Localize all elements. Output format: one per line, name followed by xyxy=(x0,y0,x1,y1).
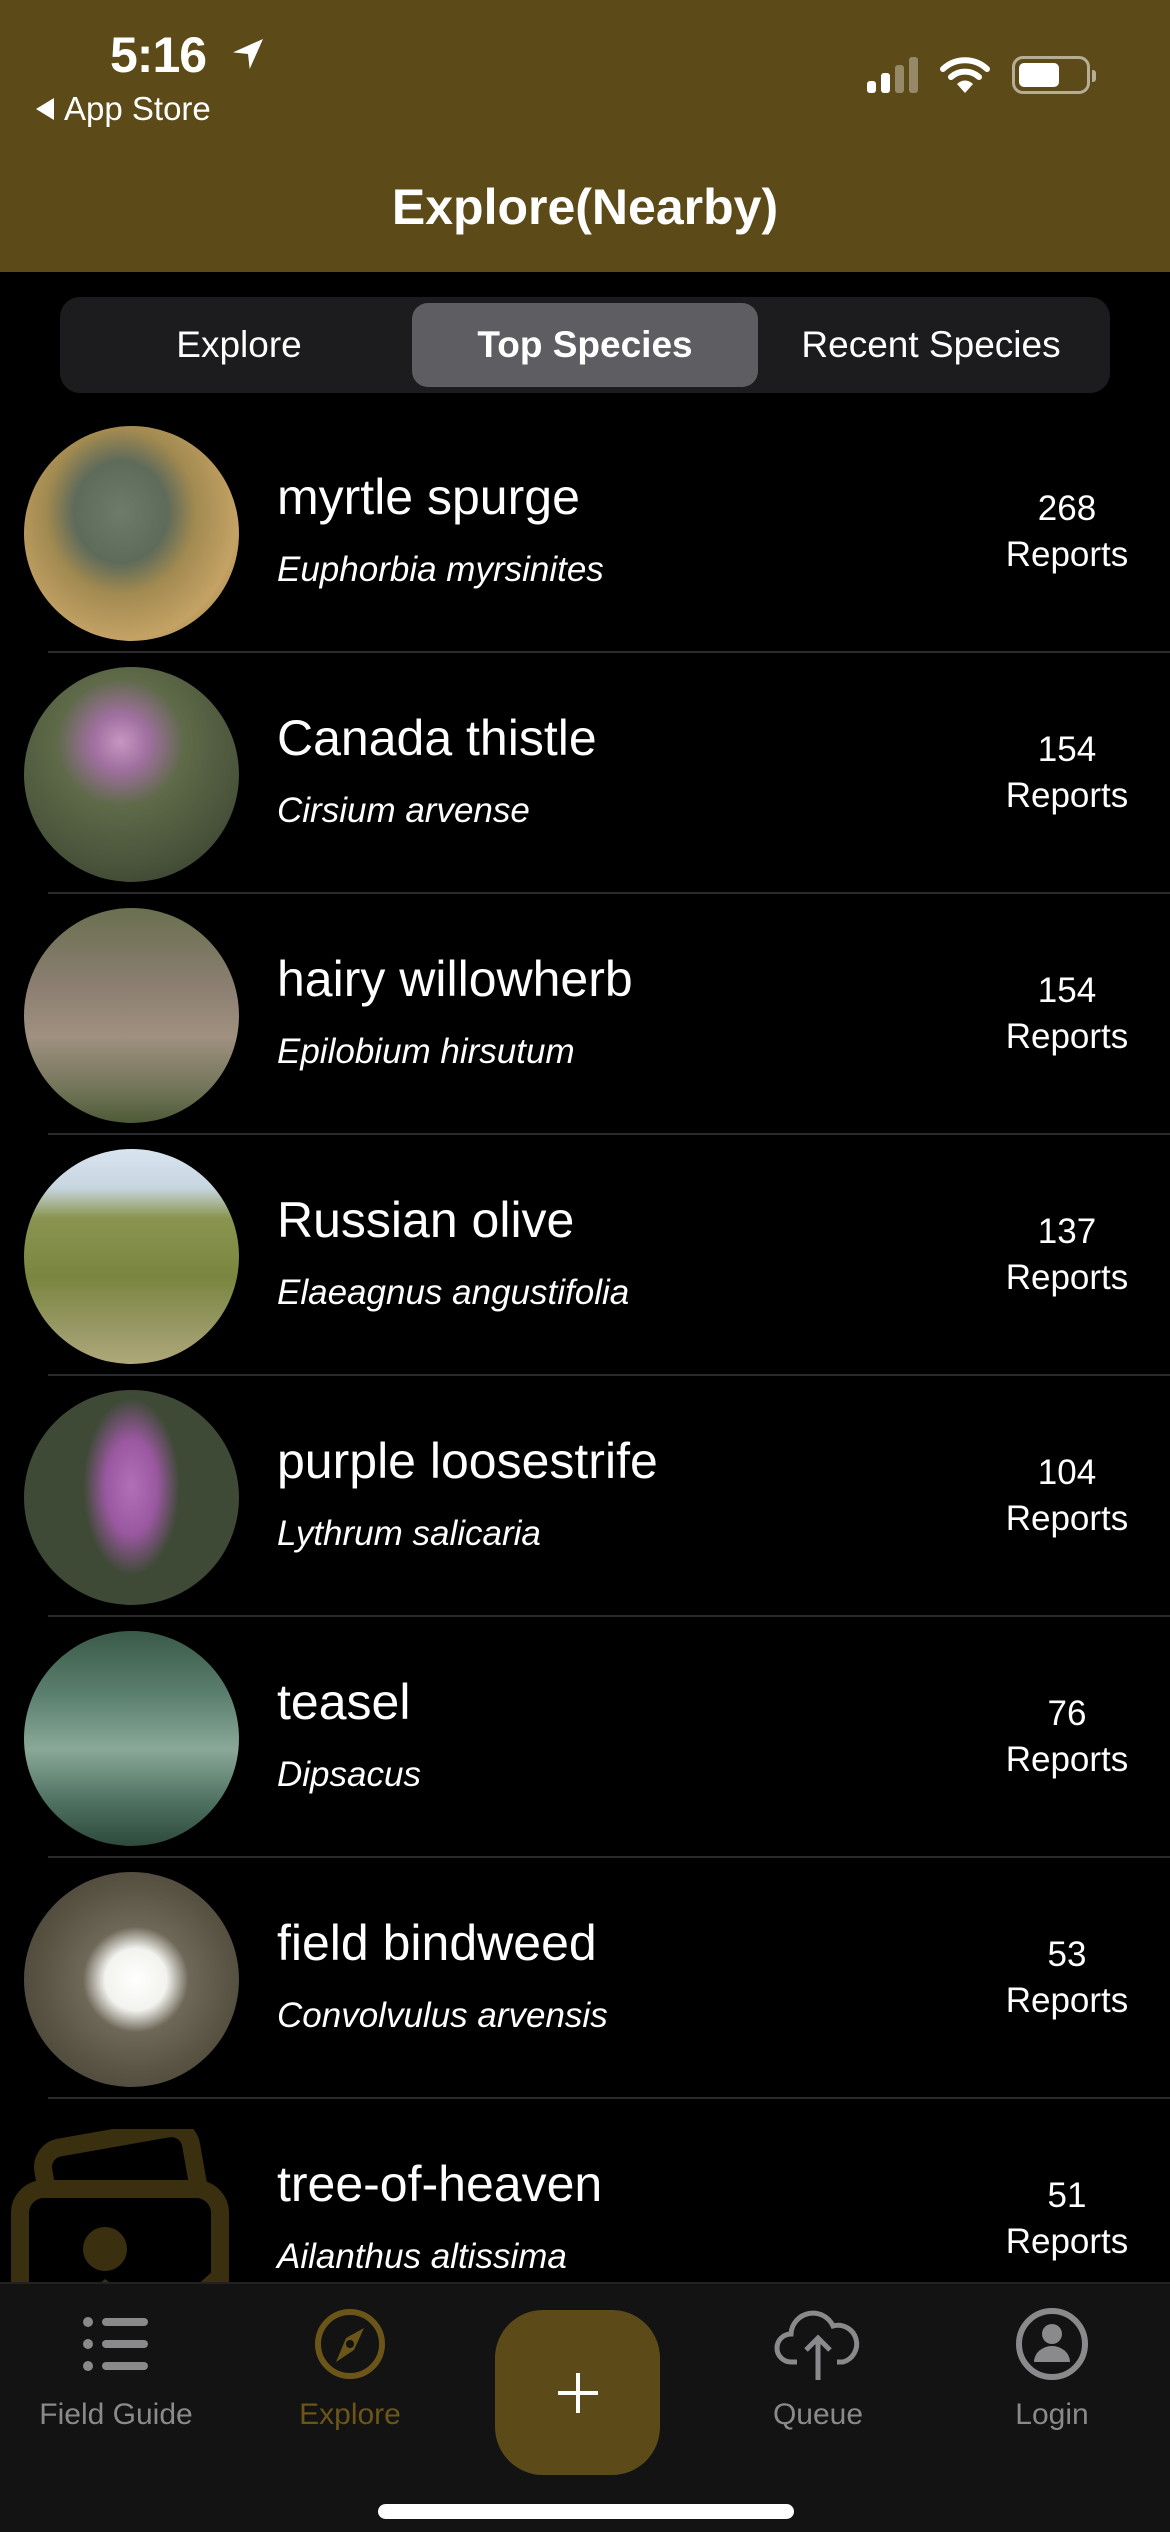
tab-label: Field Guide xyxy=(39,2398,193,2431)
species-photo xyxy=(24,667,239,882)
scientific-name: Convolvulus arvensis xyxy=(277,1996,608,2035)
report-count: 154 Reports xyxy=(1005,971,1129,1056)
status-icons xyxy=(867,56,1096,94)
back-label: App Store xyxy=(64,90,211,127)
common-name: Canada thistle xyxy=(277,710,597,766)
species-row[interactable]: Russian olive Elaeagnus angustifolia 137… xyxy=(0,1135,1170,1376)
report-count: 268 Reports xyxy=(1005,489,1129,574)
tab-explore[interactable]: Explore xyxy=(250,2304,450,2432)
tab-bar: Field Guide Explore Queue Login xyxy=(0,2282,1170,2532)
page-title: Explore(Nearby) xyxy=(391,179,779,235)
common-name: tree-of-heaven xyxy=(277,2156,603,2212)
common-name: field bindweed xyxy=(277,1915,597,1971)
tab-field-guide[interactable]: Field Guide xyxy=(16,2304,216,2432)
common-name: hairy willowherb xyxy=(277,951,633,1007)
home-indicator[interactable] xyxy=(378,2504,794,2519)
species-photo xyxy=(24,1631,239,1846)
common-name: teasel xyxy=(277,1674,411,1730)
compass-icon xyxy=(315,2309,385,2379)
report-count: 104 Reports xyxy=(1005,1453,1129,1538)
wifi-icon xyxy=(940,57,990,93)
segment-top-species[interactable]: Top Species xyxy=(412,303,758,387)
segmented-control: Explore Top Species Recent Species xyxy=(60,297,1110,393)
tab-label: Login xyxy=(1015,2398,1089,2431)
location-arrow-icon xyxy=(233,39,263,69)
species-list: myrtle spurge Euphorbia myrsinites 268 Re… xyxy=(0,412,1170,2282)
back-triangle-icon xyxy=(36,98,54,120)
report-count: 154 Reports xyxy=(1005,730,1129,815)
battery-icon xyxy=(1012,56,1096,94)
add-report-button[interactable] xyxy=(495,2310,660,2475)
header: 5:16 App Store Explore(Nearby) xyxy=(0,0,1170,272)
common-name: purple loosestrife xyxy=(277,1433,658,1489)
report-count: 76 Reports xyxy=(1005,1694,1129,1779)
plus-icon xyxy=(557,2372,598,2413)
tab-label: Queue xyxy=(772,2398,864,2431)
species-photo xyxy=(24,908,239,1123)
species-row[interactable]: hairy willowherb Epilobium hirsutum 154 R… xyxy=(0,894,1170,1135)
report-count: 51 Reports xyxy=(1005,2176,1129,2261)
species-row[interactable]: tree-of-heaven Ailanthus altissima 51 Rep… xyxy=(0,2099,1170,2282)
report-count: 53 Reports xyxy=(1005,1935,1129,2020)
segment-recent-species[interactable]: Recent Species xyxy=(758,303,1104,387)
scientific-name: Cirsium arvense xyxy=(277,791,530,830)
species-photo xyxy=(24,1149,239,1364)
species-photo xyxy=(24,1872,239,2087)
image-placeholder-icon xyxy=(11,2129,229,2282)
scientific-name: Euphorbia myrsinites xyxy=(277,550,604,589)
segment-explore[interactable]: Explore xyxy=(66,303,412,387)
status-time: 5:16 xyxy=(110,27,207,83)
cloud-upload-icon xyxy=(774,2310,860,2380)
species-row[interactable]: Canada thistle Cirsium arvense 154 Report… xyxy=(0,653,1170,894)
scientific-name: Epilobium hirsutum xyxy=(277,1032,575,1071)
species-photo xyxy=(24,1390,239,1605)
species-row[interactable]: purple loosestrife Lythrum salicaria 104… xyxy=(0,1376,1170,1617)
scientific-name: Lythrum salicaria xyxy=(277,1514,541,1553)
list-icon xyxy=(83,2317,148,2371)
tab-label: Explore xyxy=(299,2398,401,2431)
scientific-name: Elaeagnus angustifolia xyxy=(277,1273,630,1312)
tab-queue[interactable]: Queue xyxy=(718,2304,918,2432)
common-name: myrtle spurge xyxy=(277,469,580,525)
cellular-signal-icon xyxy=(867,57,918,93)
scientific-name: Ailanthus altissima xyxy=(277,2237,567,2276)
person-circle-icon xyxy=(1016,2308,1088,2380)
species-row[interactable]: myrtle spurge Euphorbia myrsinites 268 Re… xyxy=(0,412,1170,653)
species-row[interactable]: teasel Dipsacus 76 Reports xyxy=(0,1617,1170,1858)
species-row[interactable]: field bindweed Convolvulus arvensis 53 Re… xyxy=(0,1858,1170,2099)
report-count: 137 Reports xyxy=(1005,1212,1129,1297)
common-name: Russian olive xyxy=(277,1192,575,1248)
scientific-name: Dipsacus xyxy=(277,1755,421,1794)
species-photo xyxy=(24,426,239,641)
back-to-app-store[interactable]: App Store xyxy=(36,90,211,128)
tab-login[interactable]: Login xyxy=(952,2304,1152,2432)
